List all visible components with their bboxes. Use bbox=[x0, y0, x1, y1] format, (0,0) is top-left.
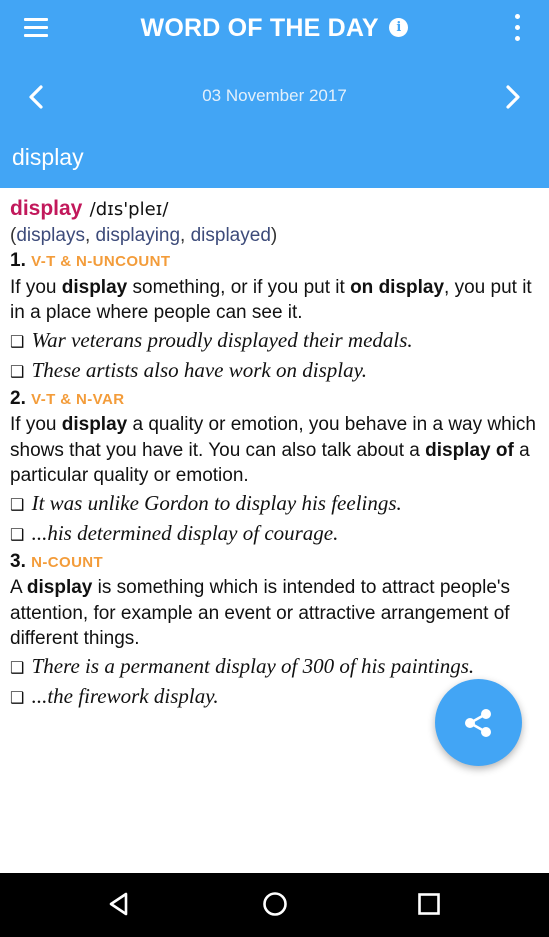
dictionary-entry: display /dɪs'pleɪ/ (displays, displaying… bbox=[10, 196, 540, 712]
bullet-icon: ❑ bbox=[10, 331, 25, 351]
sense-number: 3. bbox=[10, 550, 26, 572]
def-bold: display of bbox=[425, 439, 514, 461]
share-button[interactable] bbox=[435, 679, 522, 766]
example-text: There is a permanent display of 300 of h… bbox=[31, 653, 475, 678]
inflection-link[interactable]: displaying bbox=[96, 225, 181, 246]
pronunciation: /dɪs'pleɪ/ bbox=[89, 199, 169, 220]
def-text: something, or if you put it bbox=[127, 276, 351, 298]
bullet-icon: ❑ bbox=[10, 687, 25, 707]
sense-1: 1. V-T & N-UNCOUNT If you display someth… bbox=[10, 248, 540, 386]
word-title: display bbox=[12, 144, 84, 170]
example: ❑ ...his determined display of courage. bbox=[10, 519, 540, 549]
headword: display bbox=[10, 197, 83, 220]
example-text: ...the firework display. bbox=[31, 683, 219, 708]
bullet-icon: ❑ bbox=[10, 494, 25, 514]
inflection-link[interactable]: displays bbox=[16, 225, 85, 246]
def-text: If you bbox=[10, 414, 62, 435]
share-icon bbox=[465, 709, 491, 737]
example-text: War veterans proudly displayed their med… bbox=[31, 327, 413, 352]
more-vert-icon[interactable] bbox=[507, 12, 527, 44]
def-bold: on display bbox=[350, 276, 445, 298]
home-icon[interactable] bbox=[260, 889, 290, 919]
def-bold: display bbox=[61, 414, 128, 435]
example-text: These artists also have work on display. bbox=[31, 357, 368, 382]
definition: If you display something, or if you put … bbox=[10, 275, 540, 326]
sense-header: 1. V-T & N-UNCOUNT bbox=[10, 248, 540, 275]
example: ❑ It was unlike Gordon to display his fe… bbox=[10, 489, 540, 519]
back-icon[interactable] bbox=[105, 889, 135, 919]
title-text: WORD OF THE DAY bbox=[140, 14, 379, 42]
example: ❑ War veterans proudly displayed their m… bbox=[10, 326, 540, 356]
sense-header: 2. V-T & N-VAR bbox=[10, 386, 540, 413]
grammar-label: V-T & N-UNCOUNT bbox=[31, 253, 171, 270]
recents-icon[interactable] bbox=[414, 889, 444, 919]
sense-header: 3. N-COUNT bbox=[10, 549, 540, 576]
sense-number: 2. bbox=[10, 387, 26, 409]
chevron-right-icon[interactable] bbox=[497, 82, 527, 112]
example-text: ...his determined display of courage. bbox=[31, 520, 339, 545]
date-label: 03 November 2017 bbox=[202, 86, 347, 105]
sense-number: 1. bbox=[10, 250, 26, 271]
system-nav-bar bbox=[0, 873, 549, 937]
def-bold: display bbox=[61, 276, 128, 298]
grammar-label: N-COUNT bbox=[31, 553, 104, 571]
example: ❑ There is a permanent display of 300 of… bbox=[10, 652, 540, 682]
forms-close: ) bbox=[270, 224, 278, 246]
def-bold: display bbox=[26, 577, 93, 598]
definition: A display is something which is intended… bbox=[10, 575, 540, 652]
grammar-label: V-T & N-VAR bbox=[31, 390, 125, 408]
info-icon[interactable]: i bbox=[389, 17, 409, 37]
example-text: It was unlike Gordon to display his feel… bbox=[31, 490, 402, 515]
forms-sep: , bbox=[84, 224, 96, 246]
page-title: WORD OF THE DAY i bbox=[0, 14, 549, 43]
definition: If you display a quality or emotion, you… bbox=[10, 412, 540, 489]
inflection-link[interactable]: displayed bbox=[191, 225, 271, 246]
forms-sep: , bbox=[180, 224, 191, 246]
def-text: If you bbox=[10, 276, 62, 298]
bullet-icon: ❑ bbox=[10, 361, 25, 381]
bullet-icon: ❑ bbox=[10, 657, 25, 677]
inflections: (displays, displaying, displayed) bbox=[10, 223, 540, 249]
example: ❑ These artists also have work on displa… bbox=[10, 356, 540, 386]
headword-line: display /dɪs'pleɪ/ bbox=[10, 196, 540, 223]
app-bar: WORD OF THE DAY i 03 November 2017 displ… bbox=[0, 0, 549, 188]
def-text: A bbox=[10, 577, 27, 598]
bullet-icon: ❑ bbox=[10, 524, 25, 544]
sense-2: 2. V-T & N-VAR If you display a quality … bbox=[10, 386, 540, 549]
